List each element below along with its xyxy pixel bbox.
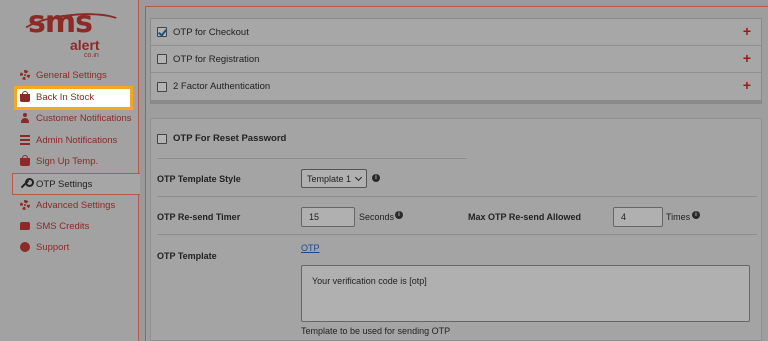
sidebar-item-sms-credits[interactable]: SMS Credits <box>20 216 89 236</box>
checkout-checkbox[interactable] <box>157 27 167 37</box>
logo-sub: alert <box>70 37 100 53</box>
reset-password-checkbox[interactable] <box>157 133 167 144</box>
gear-icon <box>20 200 30 210</box>
expand-plus-icon[interactable]: + <box>743 78 751 92</box>
info-icon[interactable]: i <box>372 174 380 182</box>
max-resend-input[interactable]: 4 <box>613 207 663 227</box>
otp-token-link[interactable]: OTP <box>301 243 320 253</box>
expand-plus-icon[interactable]: + <box>743 24 751 38</box>
sidebar-item-advanced-settings[interactable]: Advanced Settings <box>20 195 115 215</box>
sidebar-item-customer-notifications[interactable]: Customer Notifications <box>20 108 132 128</box>
sidebar-item-label: Customer Notifications <box>36 112 132 124</box>
otp-settings-panel: OTP For Reset Password OTP Template Styl… <box>150 118 762 341</box>
user-icon <box>20 113 30 123</box>
accordion-label: 2 Factor Authentication <box>173 81 271 92</box>
sidebar-item-label: Sign Up Temp. <box>36 155 99 167</box>
divider <box>157 234 757 235</box>
accordion-label: OTP for Checkout <box>173 26 249 38</box>
sidebar-item-back-in-stock[interactable]: Back In Stock <box>20 87 94 107</box>
divider <box>157 196 757 197</box>
seconds-label: Seconds <box>359 212 395 222</box>
sidebar-item-label: General Settings <box>36 69 107 81</box>
sidebar-item-label: Advanced Settings <box>36 199 116 211</box>
info-icon[interactable]: i <box>395 211 403 219</box>
help-icon <box>20 242 30 252</box>
logo-domain: co.in <box>84 52 99 59</box>
otp-accordion: OTP for Checkout + OTP for Registration … <box>150 18 762 104</box>
bag-icon <box>20 155 30 166</box>
template-style-label: OTP Template Style <box>157 174 241 184</box>
list-icon <box>20 135 30 145</box>
wrench-icon <box>20 178 34 189</box>
reset-password-label: OTP For Reset Password <box>173 133 287 144</box>
logo-brand: sms <box>28 5 93 40</box>
gear-icon <box>20 70 30 80</box>
resend-timer-label: OTP Re-send Timer <box>157 212 241 222</box>
template-style-select[interactable]: Template 1 <box>301 169 367 188</box>
chevron-down-icon <box>354 173 363 181</box>
sidebar-item-label: Back In Stock <box>36 91 95 103</box>
registration-checkbox[interactable] <box>157 54 167 64</box>
expand-plus-icon[interactable]: + <box>743 51 751 65</box>
sms-alert-logo: sms alert co.in <box>10 6 130 66</box>
sidebar-item-label: OTP Settings <box>36 178 93 190</box>
two-factor-checkbox[interactable] <box>157 81 167 92</box>
otp-template-textarea[interactable]: Your verification code is [otp] <box>301 265 750 322</box>
sidebar-item-admin-notifications[interactable]: Admin Notifications <box>20 130 117 150</box>
sidebar-item-label: Support <box>36 241 70 253</box>
sidebar-item-label: Admin Notifications <box>36 134 118 146</box>
accordion-label: OTP for Registration <box>173 53 260 65</box>
sidebar: sms alert co.in General Settings Back In… <box>0 0 140 341</box>
accordion-row-registration[interactable]: OTP for Registration + <box>151 46 761 73</box>
divider <box>157 158 467 159</box>
accordion-row-2fa[interactable]: 2 Factor Authentication + <box>151 73 761 100</box>
resend-timer-input[interactable]: 15 <box>301 207 355 227</box>
otp-template-label: OTP Template <box>157 251 217 261</box>
sidebar-item-support[interactable]: Support <box>20 237 69 257</box>
template-style-value: Template 1 <box>307 173 352 184</box>
sidebar-item-general-settings[interactable]: General Settings <box>20 65 107 85</box>
accordion-row-checkout[interactable]: OTP for Checkout + <box>151 19 761 46</box>
reset-password-row[interactable]: OTP For Reset Password <box>151 133 286 144</box>
template-help-text: Template to be used for sending OTP <box>301 326 451 336</box>
sidebar-item-label: SMS Credits <box>36 220 90 232</box>
times-label: Times <box>666 212 691 222</box>
bag-icon <box>20 91 30 102</box>
chat-icon <box>20 222 30 230</box>
sidebar-item-otp-settings[interactable]: OTP Settings <box>20 174 92 194</box>
max-resend-label: Max OTP Re-send Allowed <box>468 212 582 222</box>
info-icon[interactable]: i <box>692 211 700 219</box>
sidebar-item-sign-up-temp[interactable]: Sign Up Temp. <box>20 151 98 171</box>
